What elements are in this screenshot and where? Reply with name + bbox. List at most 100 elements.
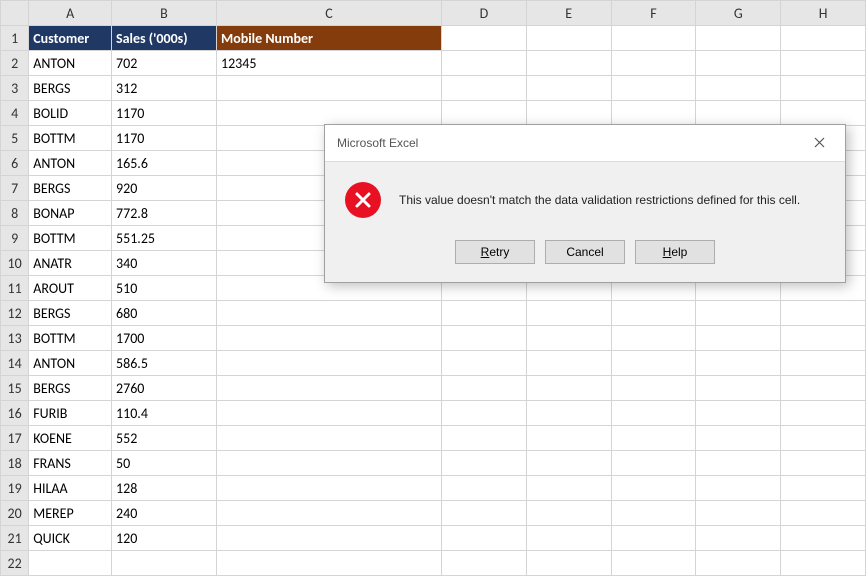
cell-F4[interactable] [611, 101, 696, 126]
cell-F3[interactable] [611, 76, 696, 101]
cell-H20[interactable] [781, 501, 866, 526]
cell-G13[interactable] [696, 326, 781, 351]
cell-B5[interactable]: 1170 [112, 126, 217, 151]
col-header-F[interactable]: F [611, 1, 696, 26]
cell-E17[interactable] [526, 426, 611, 451]
cell-A22[interactable] [29, 551, 112, 576]
cell-F15[interactable] [611, 376, 696, 401]
row-header-9[interactable]: 9 [1, 226, 29, 251]
close-button[interactable] [803, 133, 835, 153]
cell-A13[interactable]: BOTTM [29, 326, 112, 351]
cell-C2[interactable]: 12345 [216, 51, 441, 76]
cell-F20[interactable] [611, 501, 696, 526]
cell-G1[interactable] [696, 26, 781, 51]
cell-A10[interactable]: ANATR [29, 251, 112, 276]
cell-G3[interactable] [696, 76, 781, 101]
row-header-14[interactable]: 14 [1, 351, 29, 376]
row-header-7[interactable]: 7 [1, 176, 29, 201]
row-header-13[interactable]: 13 [1, 326, 29, 351]
cell-H21[interactable] [781, 526, 866, 551]
cell-D3[interactable] [442, 76, 527, 101]
cell-B9[interactable]: 551.25 [112, 226, 217, 251]
cell-C17[interactable] [216, 426, 441, 451]
cell-F19[interactable] [611, 476, 696, 501]
col-header-G[interactable]: G [696, 1, 781, 26]
cell-B20[interactable]: 240 [112, 501, 217, 526]
cell-A3[interactable]: BERGS [29, 76, 112, 101]
cell-F22[interactable] [611, 551, 696, 576]
row-header-12[interactable]: 12 [1, 301, 29, 326]
col-header-B[interactable]: B [112, 1, 217, 26]
cell-H17[interactable] [781, 426, 866, 451]
cell-C14[interactable] [216, 351, 441, 376]
cell-D2[interactable] [442, 51, 527, 76]
cell-D22[interactable] [442, 551, 527, 576]
cell-G14[interactable] [696, 351, 781, 376]
cell-D13[interactable] [442, 326, 527, 351]
cell-E4[interactable] [526, 101, 611, 126]
cell-D15[interactable] [442, 376, 527, 401]
cell-B15[interactable]: 2760 [112, 376, 217, 401]
cell-H14[interactable] [781, 351, 866, 376]
cell-D21[interactable] [442, 526, 527, 551]
cell-B16[interactable]: 110.4 [112, 401, 217, 426]
cell-B22[interactable] [112, 551, 217, 576]
row-header-11[interactable]: 11 [1, 276, 29, 301]
row-header-10[interactable]: 10 [1, 251, 29, 276]
cell-H22[interactable] [781, 551, 866, 576]
cell-G15[interactable] [696, 376, 781, 401]
cell-G19[interactable] [696, 476, 781, 501]
cell-C21[interactable] [216, 526, 441, 551]
cell-E15[interactable] [526, 376, 611, 401]
cell-G21[interactable] [696, 526, 781, 551]
cell-E1[interactable] [526, 26, 611, 51]
cell-A17[interactable]: KOENE [29, 426, 112, 451]
cell-E20[interactable] [526, 501, 611, 526]
cell-E3[interactable] [526, 76, 611, 101]
cell-B8[interactable]: 772.8 [112, 201, 217, 226]
cell-D18[interactable] [442, 451, 527, 476]
cell-H4[interactable] [781, 101, 866, 126]
cell-E22[interactable] [526, 551, 611, 576]
row-header-1[interactable]: 1 [1, 26, 29, 51]
cell-F17[interactable] [611, 426, 696, 451]
row-header-3[interactable]: 3 [1, 76, 29, 101]
cell-B6[interactable]: 165.6 [112, 151, 217, 176]
row-header-19[interactable]: 19 [1, 476, 29, 501]
cell-E12[interactable] [526, 301, 611, 326]
cancel-button[interactable]: Cancel [545, 240, 625, 264]
cell-E14[interactable] [526, 351, 611, 376]
cell-F21[interactable] [611, 526, 696, 551]
cell-C3[interactable] [216, 76, 441, 101]
cell-A4[interactable]: BOLID [29, 101, 112, 126]
cell-C19[interactable] [216, 476, 441, 501]
cell-H15[interactable] [781, 376, 866, 401]
cell-G17[interactable] [696, 426, 781, 451]
cell-D12[interactable] [442, 301, 527, 326]
cell-H19[interactable] [781, 476, 866, 501]
cell-A8[interactable]: BONAP [29, 201, 112, 226]
cell-E21[interactable] [526, 526, 611, 551]
cell-H3[interactable] [781, 76, 866, 101]
cell-D20[interactable] [442, 501, 527, 526]
cell-D14[interactable] [442, 351, 527, 376]
row-header-18[interactable]: 18 [1, 451, 29, 476]
cell-G22[interactable] [696, 551, 781, 576]
help-button[interactable]: Help [635, 240, 715, 264]
cell-C20[interactable] [216, 501, 441, 526]
cell-A11[interactable]: AROUT [29, 276, 112, 301]
cell-C1[interactable]: Mobile Number [216, 26, 441, 51]
dialog-titlebar[interactable]: Microsoft Excel [325, 125, 845, 162]
cell-A9[interactable]: BOTTM [29, 226, 112, 251]
col-header-C[interactable]: C [216, 1, 441, 26]
cell-B10[interactable]: 340 [112, 251, 217, 276]
cell-E19[interactable] [526, 476, 611, 501]
cell-C4[interactable] [216, 101, 441, 126]
cell-A12[interactable]: BERGS [29, 301, 112, 326]
row-header-4[interactable]: 4 [1, 101, 29, 126]
cell-F13[interactable] [611, 326, 696, 351]
cell-A14[interactable]: ANTON [29, 351, 112, 376]
cell-A19[interactable]: HILAA [29, 476, 112, 501]
cell-H16[interactable] [781, 401, 866, 426]
cell-D1[interactable] [442, 26, 527, 51]
